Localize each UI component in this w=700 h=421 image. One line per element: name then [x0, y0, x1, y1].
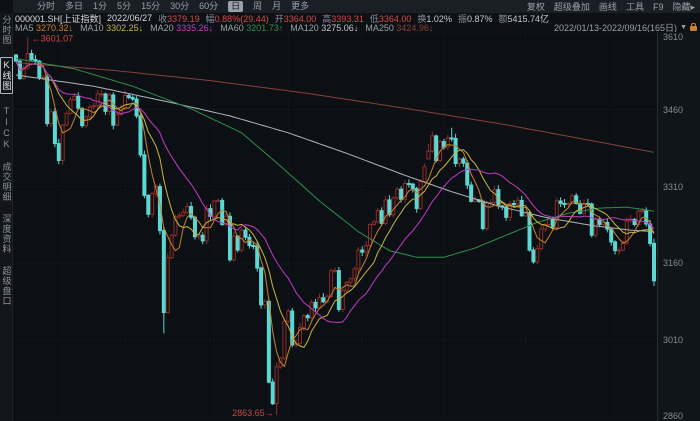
period-tab[interactable]: 30分: [170, 1, 189, 12]
sidebar-item[interactable]: 分时图: [1, 15, 12, 45]
quote-field-label: 振: [457, 13, 467, 24]
toolbar-menu-item[interactable]: F9: [653, 2, 664, 12]
period-tab[interactable]: 周: [253, 1, 262, 12]
quote-field-label: 低: [369, 13, 379, 24]
price-axis-label: 2860: [663, 411, 684, 421]
quote-field-label: 开: [274, 13, 284, 24]
price-axis-label: 3010: [663, 335, 684, 346]
quote-field-label: 幅: [205, 13, 215, 24]
toolbar-menu: 复权 超级叠加 画线 工具 F9 隐藏▸: [527, 0, 695, 13]
price-axis-label: 3310: [663, 181, 684, 192]
quote-field-label: 额: [498, 13, 508, 24]
candlestick-layer: [14, 37, 656, 416]
extreme-price-annotation: ←3601.07: [32, 34, 74, 44]
quote-field: 振0.87%: [458, 12, 493, 25]
sidebar-item[interactable]: 超级盘口: [1, 266, 12, 306]
quote-field-value: 0.88%(29.44): [214, 13, 269, 24]
period-tab[interactable]: 15分: [141, 1, 160, 12]
toolbar-menu-item[interactable]: 工具: [626, 0, 644, 13]
period-tab[interactable]: 分时: [37, 1, 55, 12]
quote-field-value: 1.02%: [426, 13, 452, 24]
extreme-price-annotation: 2863.65→: [232, 408, 274, 418]
quote-field-value: 3393.31: [331, 13, 364, 24]
price-axis: 3610 3460 3310 3160 3010 2860: [657, 32, 700, 421]
quote-field-value: 0.87%: [466, 13, 493, 24]
period-tab[interactable]: 60分: [199, 1, 218, 12]
period-tab[interactable]: 5分: [117, 1, 131, 12]
price-axis-label: 3610: [663, 32, 684, 42]
period-tab[interactable]: 更多: [291, 1, 309, 12]
sidebar-item[interactable]: 深度资料: [1, 214, 12, 254]
quote-info-bar: 000001.SH[上证指数] 2022/06/27 收3379.19 幅0.88…: [15, 12, 550, 25]
quote-field-label: 收: [158, 13, 168, 24]
quote-date: 2022/06/27: [107, 13, 153, 23]
chevron-down-icon[interactable]: ▼: [680, 24, 687, 31]
annotation-layer: ←3601.07 2863.65→: [32, 34, 274, 419]
period-tab[interactable]: 多日: [65, 1, 83, 12]
price-axis-label: 3160: [663, 258, 684, 269]
sidebar-item[interactable]: 成交明细: [1, 162, 12, 202]
toolbar-menu-item[interactable]: 超级叠加: [554, 0, 590, 13]
period-tabs: 分时 多日 1分 5分 15分 30分 60分日周月更多: [13, 1, 309, 12]
sidebar-item[interactable]: K线图: [0, 57, 13, 94]
trading-app-window: 分时 多日 1分 5分 15分 30分 60分日周月更多 复权 超级叠加 画线 工具 F9 隐藏▸ 0…: [0, 0, 700, 421]
period-tab[interactable]: 1分: [93, 1, 107, 12]
quote-field-value: 3364.00: [378, 13, 412, 24]
toolbar-menu-item[interactable]: 画线: [599, 0, 617, 13]
price-axis-label: 3460: [663, 104, 684, 115]
period-tab[interactable]: 日: [228, 1, 244, 12]
lock-icon: [690, 23, 697, 31]
period-tab[interactable]: 月: [272, 1, 281, 12]
sidebar-item[interactable]: TICK: [1, 106, 12, 150]
toolbar-menu-item[interactable]: 隐藏▸: [672, 0, 695, 13]
quote-field-value: 3364.00: [283, 13, 317, 24]
quote-field-value: 5415.74亿: [507, 13, 550, 24]
candlestick-chart[interactable]: ←3601.07 2863.65→: [13, 32, 657, 421]
quote-field-label: 高: [322, 13, 332, 24]
view-sidebar: 分时图 K线图 TICK 成交明细深度资料超级盘口: [0, 13, 13, 421]
chart-canvas[interactable]: ←3601.07 2863.65→: [13, 32, 657, 421]
quote-field: 额5415.74亿: [499, 12, 550, 25]
grid-layer: [13, 32, 657, 418]
quote-field-value: 3379.19: [167, 13, 200, 24]
